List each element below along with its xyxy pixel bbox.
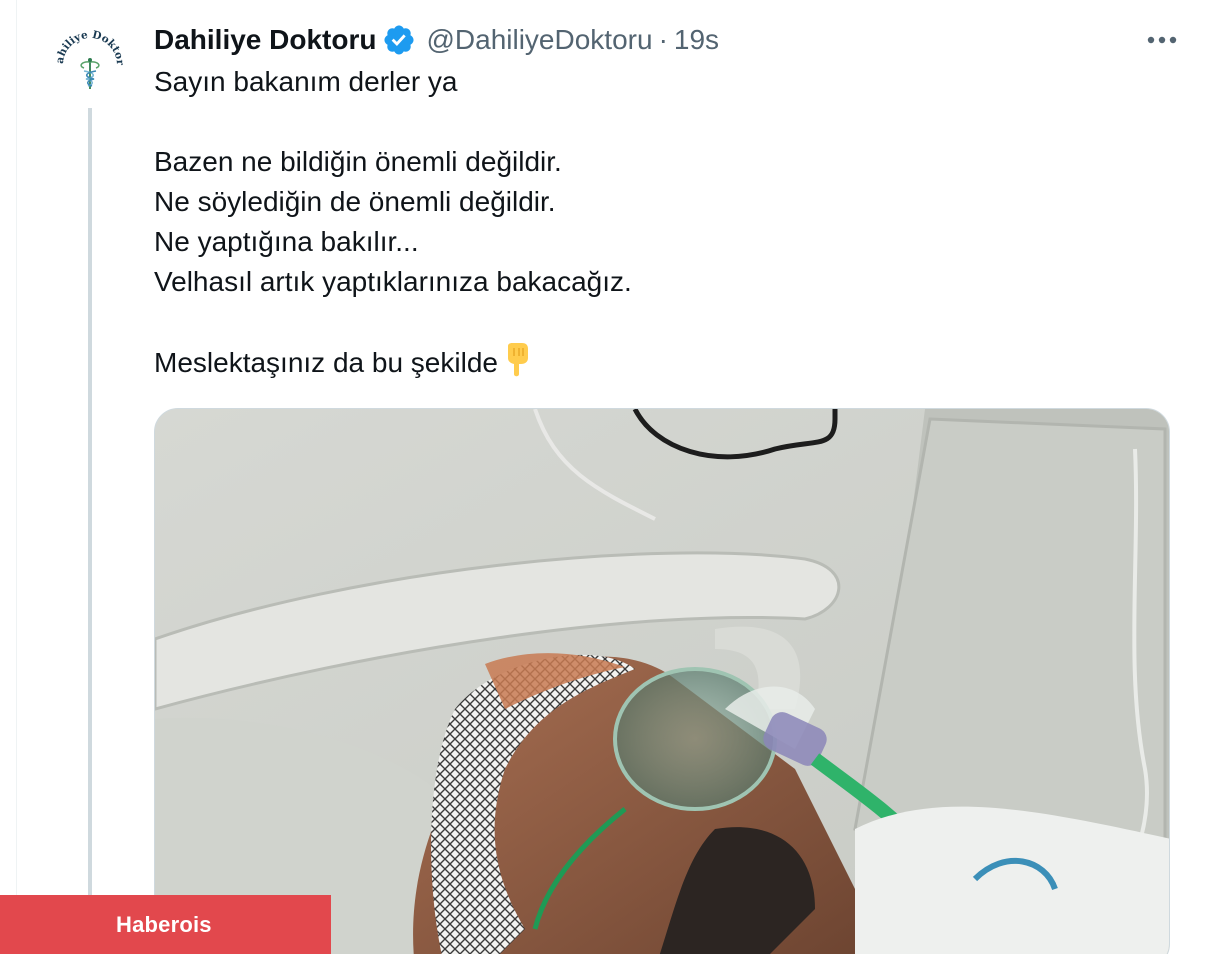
- tweet-media-photo[interactable]: [154, 408, 1170, 954]
- tweet-text-line: Ne yaptığına bakılır...: [154, 226, 419, 257]
- timeline-border: [16, 0, 17, 954]
- more-options-button[interactable]: [1140, 22, 1184, 58]
- tweet-text-line-last: Meslektaşınız da bu şekilde: [154, 342, 1154, 382]
- tweet-text-blank: [154, 302, 1154, 342]
- verified-badge-icon: [382, 23, 416, 57]
- thread-line: [88, 108, 92, 954]
- pointing-down-hand-icon: [500, 342, 534, 378]
- tweet-text-line: Bazen ne bildiğin önemli değildir.: [154, 146, 562, 177]
- watermark-banner: Haberois: [0, 895, 331, 954]
- tweet-text-line: Meslektaşınız da bu şekilde: [154, 347, 498, 378]
- watermark-label: Haberois: [116, 911, 212, 937]
- tweet-timestamp[interactable]: 19s: [674, 24, 719, 56]
- tweet-text-line: Sayın bakanım derler ya: [154, 66, 458, 97]
- avatar[interactable]: Dahiliye Doktoru: [51, 21, 129, 99]
- tweet-text-line: Velhasıl artık yaptıklarınıza bakacağız.: [154, 266, 632, 297]
- caduceus-logo-icon: Dahiliye Doktoru: [51, 21, 126, 89]
- tweet-page: Dahiliye Doktoru Dahiliye Doktoru @Dahil…: [0, 0, 1212, 954]
- tweet-header: Dahiliye Doktoru @DahiliyeDoktoru · 19s: [154, 22, 719, 58]
- tweet-text-line: Ne söylediğin de önemli değildir.: [154, 186, 556, 217]
- display-name[interactable]: Dahiliye Doktoru: [154, 24, 376, 56]
- tweet-text-blank: [154, 102, 1154, 142]
- user-handle[interactable]: @DahiliyeDoktoru: [426, 24, 652, 56]
- more-dots-icon: [1147, 36, 1177, 44]
- header-separator: ·: [658, 24, 668, 55]
- tweet-text: Sayın bakanım derler ya Bazen ne bildiği…: [154, 62, 1154, 382]
- hospital-patient-photo: [155, 409, 1169, 954]
